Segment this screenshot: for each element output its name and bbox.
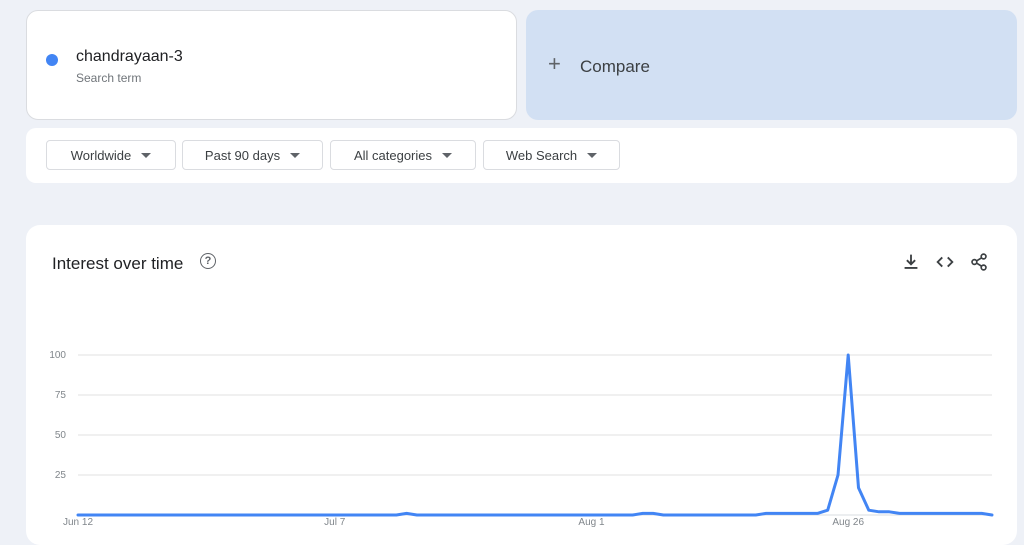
y-tick-label: 50 xyxy=(55,430,67,441)
y-tick-label: 100 xyxy=(49,350,66,361)
compare-button[interactable]: + Compare xyxy=(526,10,1017,120)
dropdown-caret-icon xyxy=(587,152,598,158)
time-range-filter-label: Past 90 days xyxy=(204,147,281,163)
y-tick-label: 75 xyxy=(55,390,67,401)
x-tick-label: Jul 7 xyxy=(324,517,346,528)
region-filter-dropdown[interactable]: Worldwide xyxy=(46,140,176,170)
x-tick-label: Aug 1 xyxy=(578,517,605,528)
category-filter-dropdown[interactable]: All categories xyxy=(330,140,476,170)
plus-icon: + xyxy=(548,51,561,76)
series-color-dot xyxy=(46,54,58,66)
y-tick-label: 25 xyxy=(55,470,67,481)
dropdown-caret-icon xyxy=(442,152,453,158)
x-tick-label: Aug 26 xyxy=(832,517,864,528)
time-range-filter-dropdown[interactable]: Past 90 days xyxy=(182,140,323,170)
dropdown-caret-icon xyxy=(141,152,152,158)
compare-label: Compare xyxy=(580,57,650,76)
search-term-subtitle: Search term xyxy=(76,71,142,85)
search-type-filter-label: Web Search xyxy=(505,147,578,163)
interest-over-time-card: Interest over time ? 25 50 75 100 Jun 12 Jul … xyxy=(26,225,1017,545)
dropdown-caret-icon xyxy=(290,152,301,158)
search-type-filter-dropdown[interactable]: Web Search xyxy=(483,140,620,170)
category-filter-label: All categories xyxy=(353,147,433,163)
region-filter-label: Worldwide xyxy=(70,147,132,163)
search-term-card[interactable]: chandrayaan-3 Search term xyxy=(26,10,517,120)
search-term-name[interactable]: chandrayaan-3 xyxy=(76,48,183,66)
x-tick-label: Jun 12 xyxy=(63,517,93,528)
interest-line-chart: 25 50 75 100 Jun 12 Jul 7 Aug 1 Aug 26 xyxy=(49,350,994,528)
filter-bar: Worldwide Past 90 days All categories We… xyxy=(26,128,1017,183)
